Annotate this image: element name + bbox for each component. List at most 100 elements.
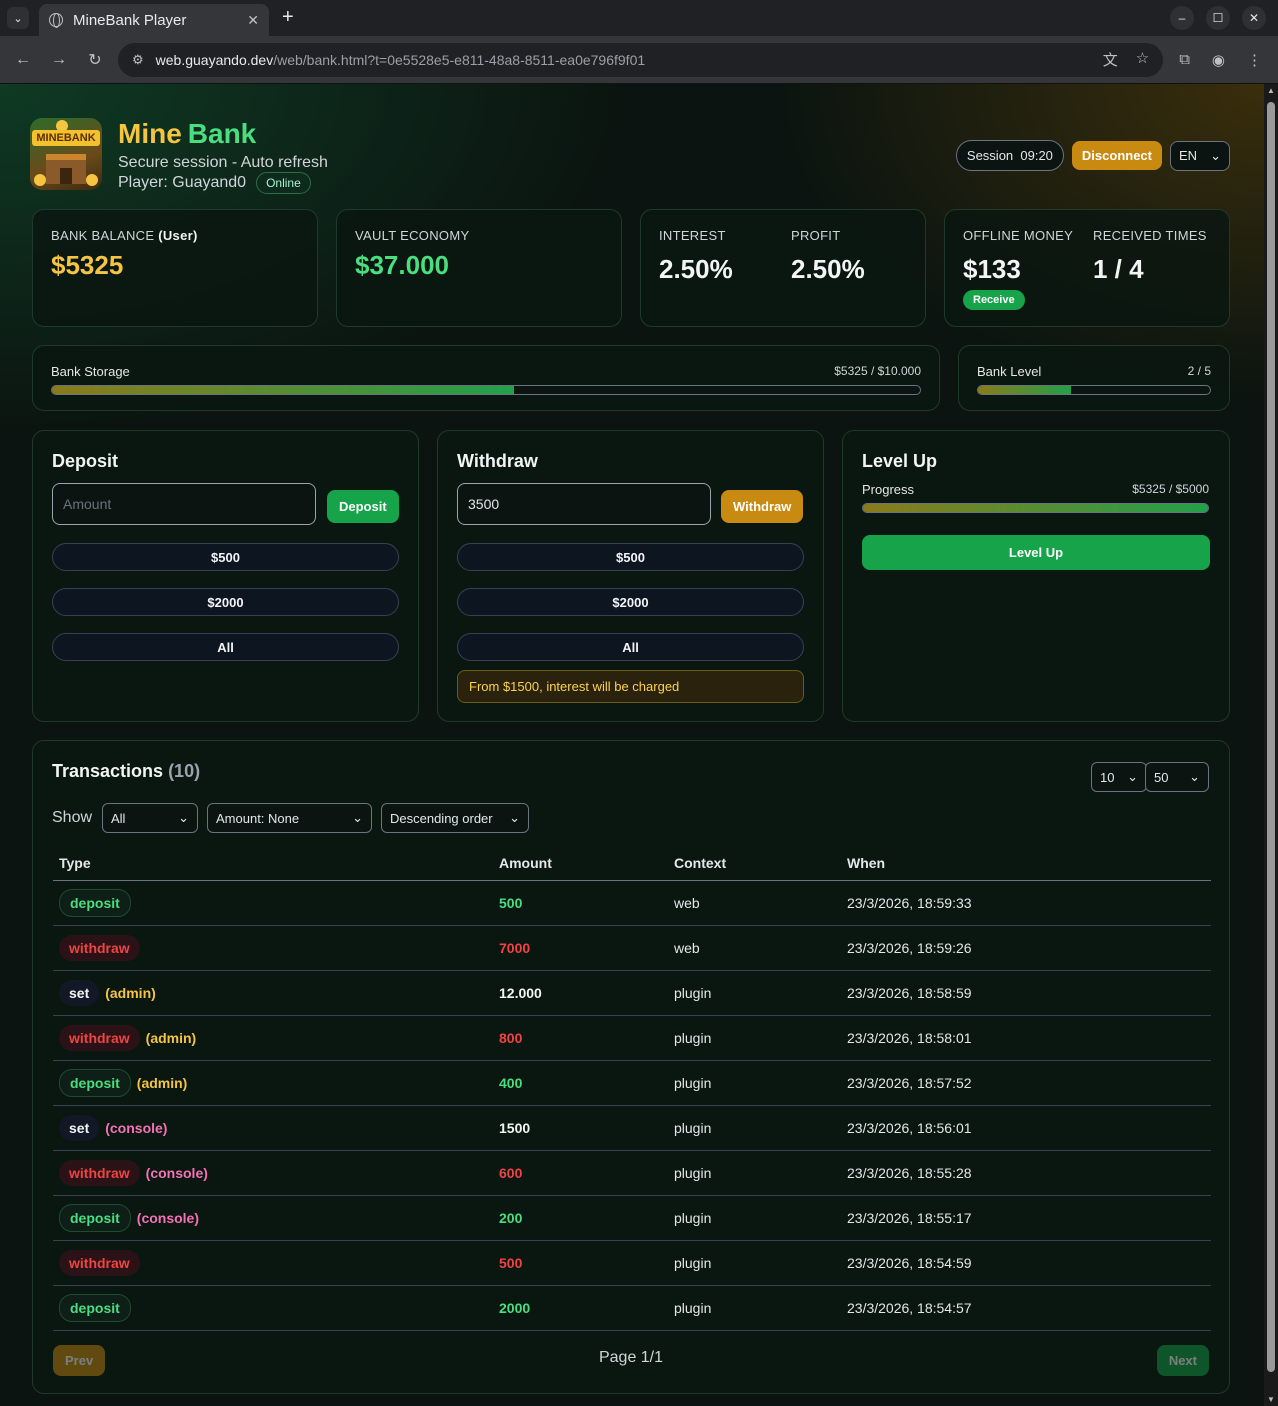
session-subtitle: Secure session - Auto refresh — [118, 154, 328, 171]
scrollbar-thumb[interactable] — [1267, 102, 1275, 1372]
player-line: Player: Guayand0 Online — [118, 172, 311, 194]
when-cell: 23/3/2026, 18:58:01 — [841, 1015, 1211, 1061]
context-cell: web — [668, 880, 841, 926]
level-up-button[interactable]: Level Up — [862, 535, 1210, 570]
tab-search-chevron-icon[interactable]: ⌄ — [7, 7, 29, 29]
type-cell: withdraw (console) — [53, 1150, 493, 1196]
back-arrow-icon[interactable]: ← — [10, 51, 36, 69]
context-cell: plugin — [668, 1285, 841, 1331]
page-scrollbar[interactable]: ▲ ▼ — [1264, 84, 1278, 1406]
type-badge: withdraw — [59, 1160, 140, 1186]
chevron-down-icon: ⌄ — [509, 810, 520, 825]
type-cell: set (console) — [53, 1105, 493, 1151]
amount-cell: 2000 — [493, 1285, 668, 1331]
table-row: deposit 2000 plugin 23/3/2026, 18:54:57 — [53, 1285, 1211, 1331]
when-cell: 23/3/2026, 18:55:28 — [841, 1150, 1211, 1196]
deposit-quick-2000[interactable]: $2000 — [52, 588, 399, 616]
minimize-icon[interactable]: – — [1170, 6, 1194, 30]
context-cell: plugin — [668, 1195, 841, 1241]
profit-value: 2.50% — [791, 254, 865, 284]
page-header: MINEBANK Mine Bank Secure session - Auto … — [30, 118, 1230, 194]
type-filter-select[interactable]: All ⌄ — [102, 803, 198, 833]
minebank-logo: MINEBANK — [30, 118, 102, 190]
source-tag: (admin) — [145, 1030, 197, 1046]
table-row: deposit 500 web 23/3/2026, 18:59:33 — [53, 880, 1211, 926]
level-up-progress-bar — [862, 503, 1209, 513]
withdraw-button[interactable]: Withdraw — [721, 490, 804, 523]
chevron-down-icon: ⌄ — [1127, 769, 1138, 784]
order-select[interactable]: Descending order ⌄ — [381, 803, 529, 833]
level-up-card: Level Up Progress $5325 / $5000 Level Up — [842, 430, 1230, 722]
transactions-table: Type Amount Context When deposit 500 web 23… — [53, 847, 1211, 1331]
browser-tab[interactable]: MineBank Player ✕ — [39, 4, 269, 36]
site-settings-icon[interactable]: ⚙ — [132, 52, 144, 68]
context-cell: plugin — [668, 1060, 841, 1106]
next-page-button[interactable]: Next — [1156, 1345, 1209, 1376]
receive-button[interactable]: Receive — [963, 290, 1025, 310]
session-timer: Session 09:20 — [955, 140, 1064, 171]
bookmark-star-icon[interactable]: ☆ — [1136, 49, 1149, 70]
offline-money-label: OFFLINE MONEY — [963, 228, 1074, 243]
bank-level-fill — [978, 386, 1071, 394]
address-bar-row: ← → ↻ ⚙ web.guayando.dev /web/bank.html?… — [0, 36, 1278, 84]
amount-cell: 800 — [493, 1015, 668, 1061]
context-cell: plugin — [668, 970, 841, 1016]
menu-kebab-icon[interactable]: ⋮ — [1247, 51, 1262, 69]
type-badge: deposit — [59, 1204, 131, 1232]
received-times-value: 1 / 4 — [1093, 254, 1144, 284]
bank-page: MINEBANK Mine Bank Secure session - Auto … — [0, 84, 1264, 1406]
deposit-button[interactable]: Deposit — [327, 490, 399, 523]
when-cell: 23/3/2026, 18:57:52 — [841, 1060, 1211, 1106]
withdraw-amount-input[interactable]: 3500 — [457, 483, 711, 525]
type-badge: withdraw — [59, 935, 140, 961]
scroll-up-arrow-icon[interactable]: ▲ — [1267, 86, 1275, 95]
deposit-card: Deposit Amount Deposit $500 $2000 All — [32, 430, 419, 722]
when-cell: 23/3/2026, 18:54:57 — [841, 1285, 1211, 1331]
amount-cell: 12.000 — [493, 970, 668, 1016]
level-up-title: Level Up — [862, 451, 938, 471]
table-row: withdraw (admin) 800 plugin 23/3/2026, 18:58… — [53, 1015, 1211, 1061]
reload-icon[interactable]: ↻ — [82, 50, 108, 70]
chevron-down-icon: ⌄ — [1189, 769, 1200, 784]
language-select[interactable]: EN ⌄ — [1170, 140, 1230, 171]
bank-level-value: 2 / 5 — [1187, 364, 1211, 378]
maximize-icon[interactable]: ☐ — [1206, 6, 1230, 30]
page-size-select[interactable]: 10 ⌄ — [1091, 762, 1147, 792]
type-cell: withdraw — [53, 1240, 493, 1286]
forward-arrow-icon[interactable]: → — [46, 51, 72, 69]
withdraw-quick-500[interactable]: $500 — [457, 543, 804, 571]
bank-storage-bar — [51, 385, 921, 395]
profile-icon[interactable]: ◉ — [1212, 51, 1225, 69]
transactions-title: Transactions (10) — [52, 761, 201, 781]
scroll-down-arrow-icon[interactable]: ▼ — [1267, 1395, 1275, 1404]
logo-banner: MINEBANK — [32, 130, 100, 146]
type-badge: set — [59, 980, 100, 1006]
deposit-amount-input[interactable]: Amount — [52, 483, 316, 525]
extensions-puzzle-icon[interactable]: ⧉ — [1179, 51, 1190, 69]
offline-money-card: OFFLINE MONEY $133 Receive RECEIVED TIME… — [944, 209, 1230, 327]
profit-label: PROFIT — [791, 228, 841, 243]
url-omnibox[interactable]: ⚙ web.guayando.dev /web/bank.html?t=0e55… — [118, 42, 1164, 77]
chevron-down-icon: ⌄ — [1210, 147, 1221, 163]
close-window-icon[interactable]: ✕ — [1242, 6, 1266, 30]
limit-select[interactable]: 50 ⌄ — [1145, 762, 1209, 792]
withdraw-quick-2000[interactable]: $2000 — [457, 588, 804, 616]
withdraw-quick-all[interactable]: All — [457, 633, 804, 661]
amount-cell: 500 — [493, 1240, 668, 1286]
bank-storage-value: $5325 / $10.000 — [834, 364, 921, 378]
bank-balance-value: $5325 — [51, 250, 124, 280]
translate-icon[interactable]: 文 — [1103, 49, 1118, 70]
deposit-quick-500[interactable]: $500 — [52, 543, 399, 571]
amount-cell: 7000 — [493, 925, 668, 971]
type-badge: set — [59, 1115, 100, 1141]
show-label: Show — [52, 809, 93, 826]
amount-filter-select[interactable]: Amount: None ⌄ — [207, 803, 372, 833]
close-tab-icon[interactable]: ✕ — [247, 12, 259, 29]
type-cell: deposit (console) — [53, 1195, 493, 1241]
disconnect-button[interactable]: Disconnect — [1071, 141, 1162, 170]
new-tab-plus-icon[interactable]: + — [282, 6, 294, 29]
browser-tab-bar: ⌄ MineBank Player ✕ + – ☐ ✕ — [0, 0, 1278, 36]
type-cell: withdraw — [53, 925, 493, 971]
context-cell: plugin — [668, 1015, 841, 1061]
deposit-quick-all[interactable]: All — [52, 633, 399, 661]
